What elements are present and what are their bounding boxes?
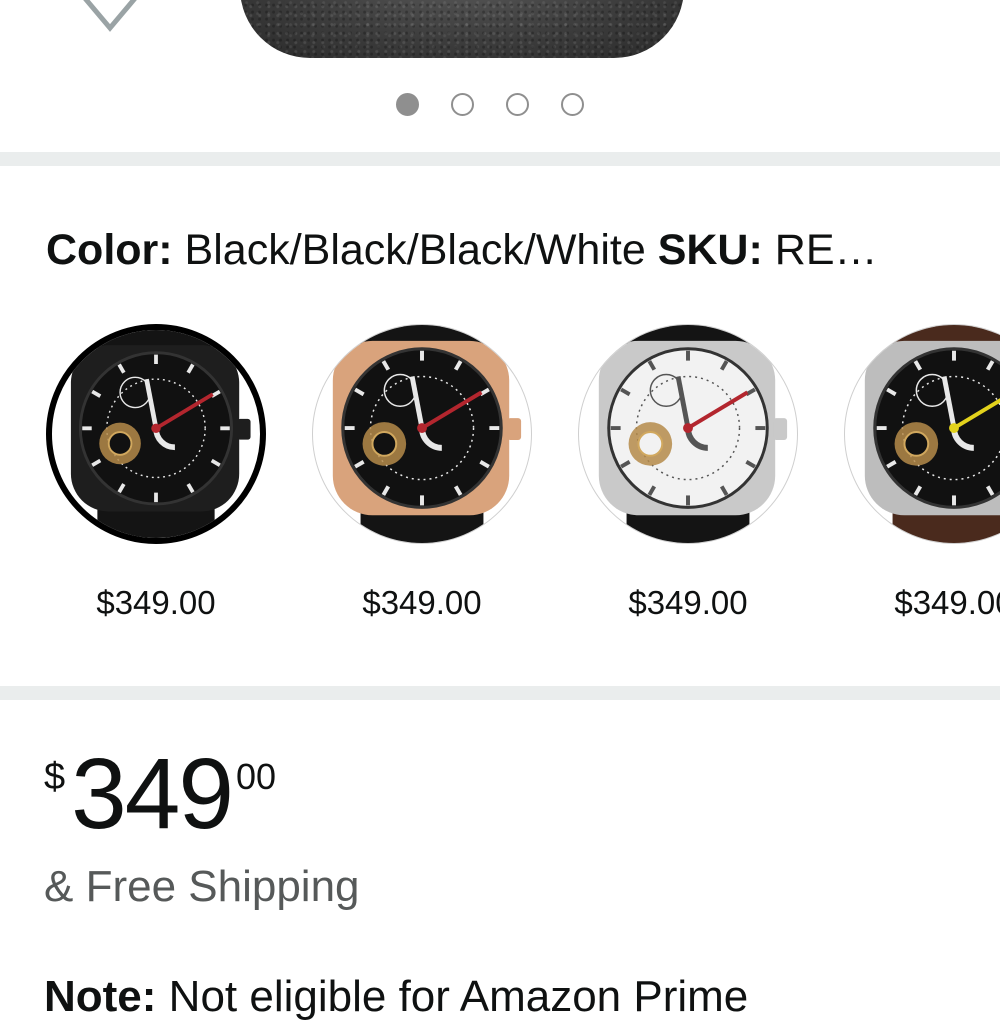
swatch-price: $349.00 bbox=[96, 584, 216, 621]
product-image-carousel[interactable] bbox=[0, 0, 1000, 150]
color-swatch-list: $349.00 $349.00 $349.00 $349.0 bbox=[46, 324, 1000, 624]
carousel-indicator bbox=[396, 93, 584, 116]
color-swatch-rose-gold-black[interactable]: $349.00 bbox=[312, 324, 532, 622]
swatch-price: $349.00 bbox=[362, 584, 482, 621]
note-label: Note: bbox=[44, 972, 157, 1021]
color-value: Black/Black/Black/White bbox=[184, 226, 646, 274]
price-currency-symbol: $ bbox=[44, 756, 66, 798]
color-label: Color: bbox=[46, 226, 173, 274]
carousel-dot-3[interactable] bbox=[506, 93, 529, 116]
watch-thumbnail bbox=[46, 324, 266, 544]
carousel-dot-2[interactable] bbox=[451, 93, 474, 116]
carousel-dot-4[interactable] bbox=[561, 93, 584, 116]
sku-label: SKU: bbox=[657, 226, 763, 274]
swatch-price: $349.00 bbox=[628, 584, 748, 621]
section-divider bbox=[0, 152, 1000, 166]
watch-thumbnail bbox=[844, 324, 1000, 544]
watch-thumbnail bbox=[312, 324, 532, 544]
price-whole: 349 bbox=[71, 738, 234, 850]
shipping-info: & Free Shipping bbox=[44, 862, 360, 911]
chevron-down-icon bbox=[83, 0, 137, 32]
swatch-price: $349.00 bbox=[894, 584, 1000, 621]
color-swatch-silver-white[interactable]: $349.00 bbox=[578, 324, 798, 622]
product-price: $ 349 00 bbox=[44, 744, 276, 844]
section-divider bbox=[0, 686, 1000, 700]
color-swatch-black-black[interactable]: $349.00 bbox=[46, 324, 266, 622]
carousel-dot-1[interactable] bbox=[396, 93, 419, 116]
product-image bbox=[240, 0, 684, 58]
variant-header: Color: Black/Black/Black/White SKU: RE… bbox=[46, 226, 976, 275]
sku-value: RE… bbox=[774, 226, 878, 274]
note-text: Not eligible for Amazon Prime bbox=[168, 972, 749, 1021]
watch-thumbnail bbox=[578, 324, 798, 544]
price-fraction: 00 bbox=[236, 756, 277, 797]
prime-eligibility-note: Note: Not eligible for Amazon Prime bbox=[44, 972, 748, 1022]
color-swatch-silver-black-brown[interactable]: $349.00 bbox=[844, 324, 1000, 622]
